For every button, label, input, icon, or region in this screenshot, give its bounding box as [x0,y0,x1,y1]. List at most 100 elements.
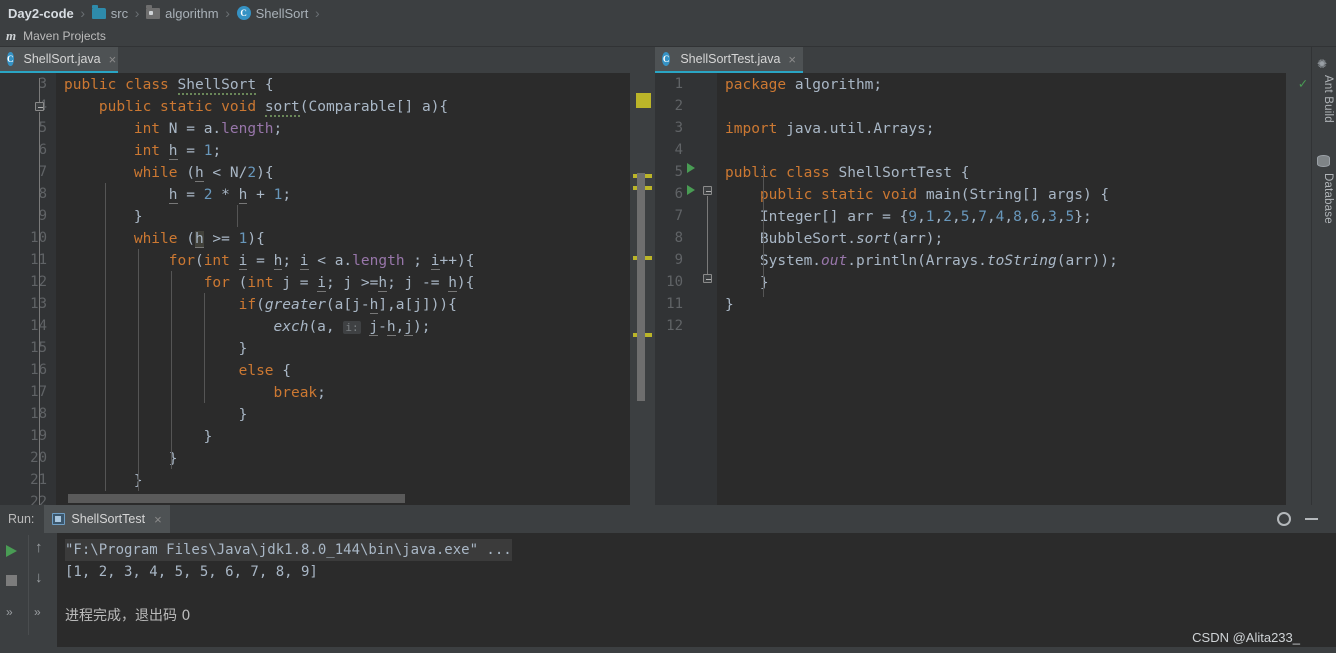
marker-column-left[interactable] [630,73,655,505]
code-line: } [64,473,143,489]
code-line: int N = a.length; [133,121,283,137]
close-icon[interactable]: × [109,52,117,67]
class-icon: C [7,52,14,66]
close-icon[interactable]: × [154,512,162,527]
run-panel-toolbar [1277,505,1318,533]
code-line: public class ShellSort { [64,77,274,95]
fold-toggle-icon[interactable] [703,186,712,195]
code-line: } [64,341,248,357]
ant-icon: ✺ [1317,57,1328,71]
expand-right-button[interactable]: » [34,605,41,619]
gear-icon[interactable] [1277,512,1291,526]
expand-left-button[interactable]: » [6,605,13,619]
right-tool-strip: ✺ Ant Build Database [1311,47,1336,505]
gutter-left[interactable]: 345678910111213141516171819202122 [0,73,56,505]
code-line: } [64,451,178,467]
run-method-icon[interactable] [687,185,695,195]
editor-shellsorttest[interactable]: 1 2 3 4 5 6 7 8 9 10 11 12 package algorithm; import… [655,73,1311,505]
line-number: 2 [674,98,683,114]
line-number: 1 [674,76,683,92]
code-line: for(int i = h; i < a.length ; i++){ [168,253,475,270]
breadcrumb-label: ShellSort [255,5,309,21]
tab-label: ShellSort.java [23,52,101,66]
code-line: if(greater(a[j-h],a[j])){ [238,297,457,314]
stop-button[interactable] [6,575,17,586]
code-line: } [64,209,143,225]
scroll-down-button[interactable]: ↓ [35,569,43,586]
tab-shellsorttest-java[interactable]: C ShellSortTest.java × [655,47,803,73]
breadcrumb-item-shellsort[interactable]: C ShellSort [233,0,313,26]
fold-toggle-icon[interactable] [703,274,712,283]
maven-projects-label: Maven Projects [23,29,106,43]
line-number: 6 [674,186,683,202]
code-line: int h = 1; [133,143,222,160]
run-tab-label: ShellSortTest [71,512,146,526]
class-icon: C [236,6,251,20]
code-line: public static void sort(Comparable[] a){ [98,99,449,117]
tab-shellsort-java[interactable]: C ShellSort.java × [0,47,118,73]
database-icon [1317,155,1331,169]
run-class-icon[interactable] [687,163,695,173]
status-bar [0,647,1336,653]
maven-projects-bar[interactable]: m Maven Projects [0,26,1336,47]
run-config-icon [52,513,66,525]
code-line: break; [273,385,326,401]
code-line: h = 2 * h + 1; [168,187,292,204]
vertical-scrollbar-thumb[interactable] [637,173,645,401]
line-number: 12 [666,318,683,334]
line-number: 8 [674,230,683,246]
line-number: 5 [674,164,683,180]
watermark-label: CSDN @Alita233_ [1192,630,1300,645]
code-line: package algorithm; [725,77,883,93]
breadcrumb-item-src[interactable]: src [88,0,132,26]
marker-column-right[interactable]: ✓ [1286,73,1311,505]
console-scrollbar[interactable] [1324,533,1336,653]
code-line: } [725,297,734,313]
run-tab-shellsorttest[interactable]: ShellSortTest × [44,505,170,533]
fold-guide [39,78,40,102]
line-number: 10 [666,274,683,290]
indent-guide [237,205,238,227]
close-icon[interactable]: × [788,52,796,67]
scrollbar-thumb[interactable] [68,494,405,503]
indent-guide [204,293,205,403]
warning-marker[interactable] [636,93,651,108]
gutter-right[interactable]: 1 2 3 4 5 6 7 8 9 10 11 12 [655,73,717,505]
line-number: 7 [674,208,683,224]
console-output[interactable]: "F:\Program Files\Java\jdk1.8.0_144\bin\… [57,533,1336,653]
breadcrumb-item-algorithm[interactable]: algorithm [142,0,222,26]
console-line: "F:\Program Files\Java\jdk1.8.0_144\bin\… [65,539,512,561]
editor-shellsort[interactable]: 345678910111213141516171819202122 public… [0,73,655,505]
code-line: public class ShellSortTest { [725,165,970,181]
folder-icon [91,4,106,19]
run-panel-side-toolbar: ↑ ↓ » » [0,533,57,653]
fold-toggle-icon[interactable] [35,102,44,111]
rerun-button[interactable] [6,545,17,557]
maven-icon: m [6,28,17,43]
breadcrumb-separator-icon: › [134,5,140,21]
indent-guide [171,271,172,469]
tool-tab-database[interactable]: Database [1322,173,1334,224]
code-content-left[interactable]: public class ShellSort { public static v… [56,73,655,505]
code-line: while (h < N/2){ [133,165,274,182]
tool-tab-ant-build[interactable]: Ant Build [1322,75,1334,123]
breadcrumb-separator-icon: › [225,5,230,21]
run-panel-header: Run: ShellSortTest × [0,505,1336,533]
code-line: BubbleSort.sort(arr); [725,231,944,247]
code-line: else { [238,363,291,379]
code-line: Integer[] arr = {9,1,2,5,7,4,8,6,3,5}; [725,209,1092,225]
minimize-icon[interactable] [1305,518,1318,520]
indent-guide [138,249,139,491]
line-number: 9 [674,252,683,268]
fold-guide [39,112,40,505]
horizontal-scrollbar-left[interactable] [56,491,630,505]
code-line: for (int j = i; j >=h; j -= h){ [203,275,475,292]
code-content-right[interactable]: package algorithm; import java.util.Array… [717,73,1311,505]
class-icon: C [662,52,671,66]
console-line: 进程完成，退出码 0 [65,608,191,624]
scroll-up-button[interactable]: ↑ [35,539,43,556]
indent-guide [105,183,106,505]
breadcrumb-item-project[interactable]: Day2-code [4,0,78,26]
inspection-ok-icon[interactable]: ✓ [1299,76,1307,92]
ide-window: Day2-code › src › algorithm › C ShellSor… [0,0,1336,653]
